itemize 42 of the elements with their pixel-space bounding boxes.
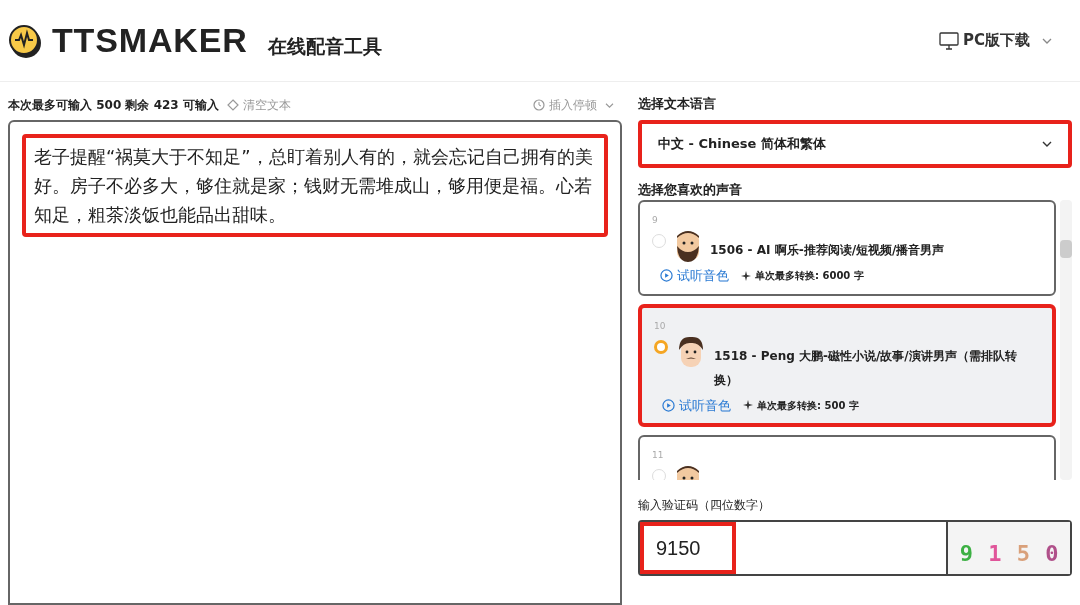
sparkle-icon (743, 400, 753, 411)
pc-download-button[interactable]: PC版下载 (939, 29, 1052, 52)
input-text: 老子提醒“祸莫大于不知足”，总盯着别人有的，就会忘记自己拥有的美好。房子不必多大，够住就是家；钱财无需堆成山，够用便是福。心若知足，粗茶淡饭也能品出甜味。 (22, 134, 608, 237)
eraser-icon (226, 99, 239, 111)
scrollbar-thumb[interactable] (1060, 240, 1072, 258)
captcha-value: 9150 (640, 522, 736, 574)
voice-card[interactable]: 10 1518 - Peng 大鹏-磁性小说/故事/演讲男声（需排队转换） 试听音色 单次最多转换: 500 字 (638, 303, 1056, 427)
mustache-avatar-icon (676, 335, 706, 370)
chevron-down-icon (1042, 36, 1052, 45)
preview-voice-link[interactable]: 试听音色 (660, 266, 729, 286)
conversion-limit-text: 单次最多转换: 6000 字 (755, 269, 864, 284)
preview-voice-link[interactable]: 试听音色 (662, 395, 731, 415)
voice-label: 选择您喜欢的声音 (638, 181, 743, 199)
play-icon (662, 398, 675, 412)
captcha-input-field[interactable]: 9150 (640, 522, 948, 574)
monitor-icon (939, 31, 959, 50)
chevron-down-icon (1042, 140, 1052, 148)
conversion-limit-text: 单次最多转换: 500 字 (757, 398, 859, 413)
site-subtitle: 在线配音工具 (267, 34, 382, 60)
captcha-digit: 5 (1016, 540, 1030, 568)
logo-icon (8, 22, 44, 59)
captcha-digit: 9 (959, 540, 973, 568)
voice-index: 10 (654, 320, 666, 331)
input-limit-text: 本次最多可输入 500 剩余 423 可输入 (8, 97, 219, 114)
captcha-digit: 0 (1045, 540, 1059, 568)
logo-text: TTSMAKER (52, 20, 248, 61)
voice-index: 9 (652, 215, 658, 225)
captcha-label: 输入验证码（四位数字） (638, 497, 771, 514)
chevron-down-icon (605, 101, 614, 109)
play-icon (660, 269, 673, 283)
voice-card[interactable]: 9 1506 - AI 啊乐-推荐阅读/短视频/播音男声 试听音色 单次最多转换: 6000 字 (638, 200, 1056, 296)
radio-button[interactable] (654, 339, 668, 354)
language-select[interactable]: 中文 - Chinese 简体和繁体 (638, 120, 1072, 168)
voice-name: 1506 - AI 啊乐-推荐阅读/短视频/播音男声 (710, 242, 945, 259)
sparkle-icon (741, 270, 751, 281)
language-label: 选择文本语言 (638, 95, 717, 113)
voice-name: 1518 - Peng 大鹏-磁性小说/故事/演讲男声（需排队转换） (714, 347, 1018, 389)
voice-index: 11 (652, 450, 664, 460)
text-input-area[interactable]: 老子提醒“祸莫大于不知足”，总盯着别人有的，就会忘记自己拥有的美好。房子不必多大，够住就是家；钱财无需堆成山，够用便是福。心若知足，粗茶淡饭也能品出甜味。 (8, 120, 622, 605)
bearded-avatar-icon (674, 230, 702, 262)
clock-icon (533, 99, 545, 111)
captcha-digit: 1 (988, 540, 1002, 568)
